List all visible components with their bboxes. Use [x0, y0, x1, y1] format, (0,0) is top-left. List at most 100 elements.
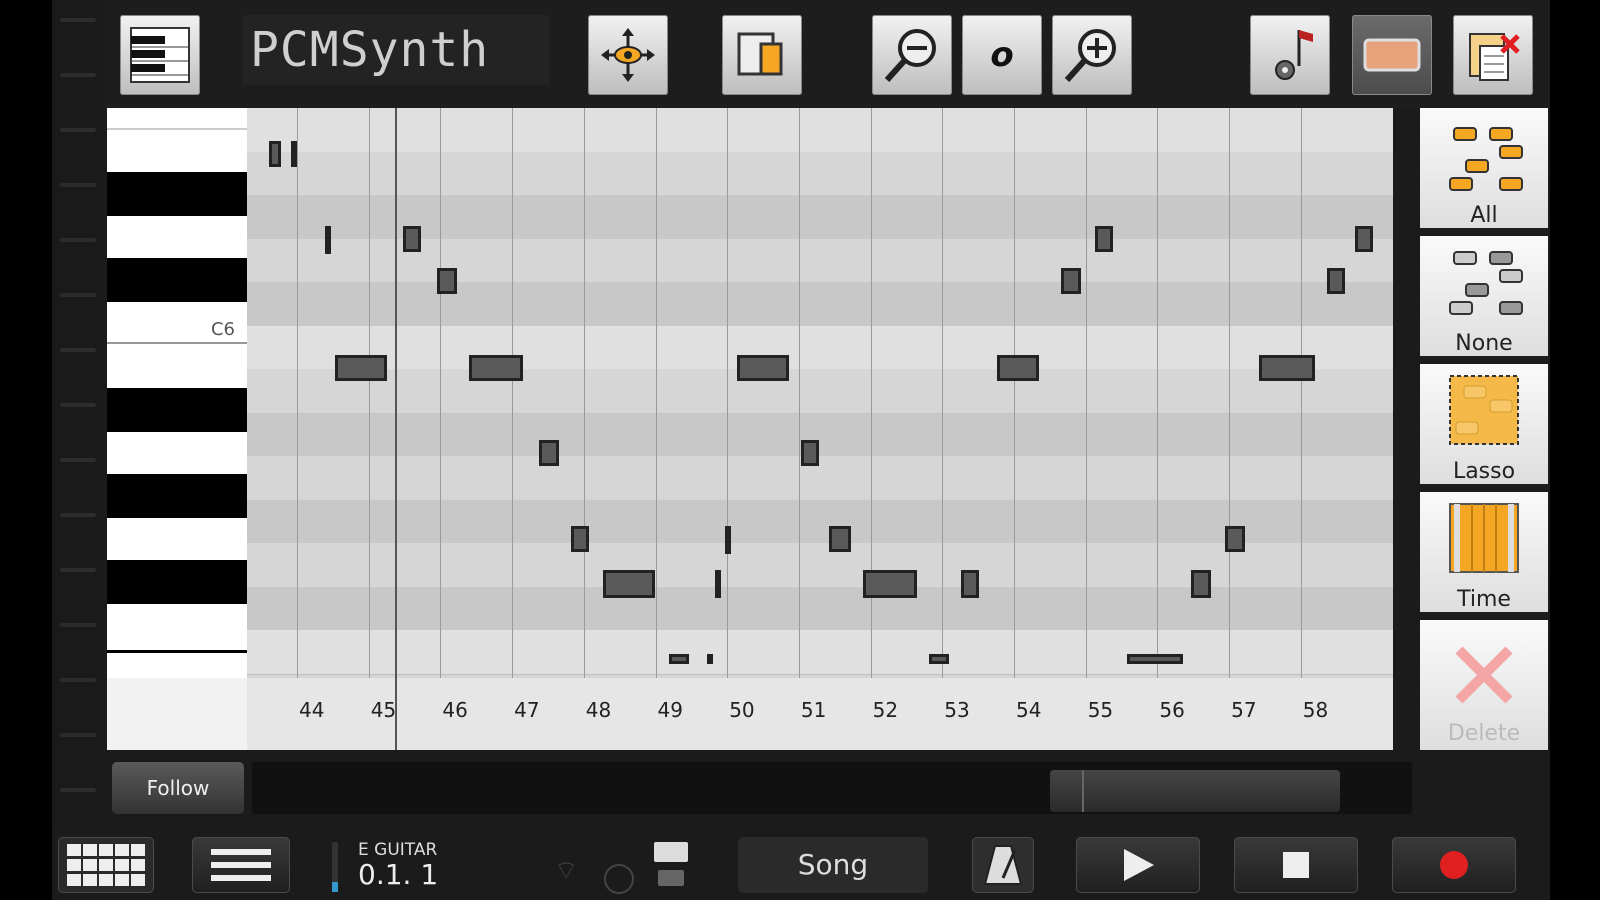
- lasso-button[interactable]: Lasso: [1420, 364, 1548, 488]
- copy-button[interactable]: [722, 15, 802, 95]
- record-icon: [1440, 851, 1468, 879]
- mixer-button[interactable]: [654, 842, 690, 892]
- midi-note[interactable]: [603, 570, 655, 598]
- piano-keyboard[interactable]: C6: [107, 108, 247, 678]
- bar-number: 49: [657, 698, 683, 722]
- bar-line: [942, 108, 944, 678]
- move-view-button[interactable]: [588, 15, 668, 95]
- strip-tick: [60, 73, 96, 77]
- grid-row: [247, 412, 1393, 457]
- midi-note[interactable]: [291, 141, 297, 167]
- grid-view-button[interactable]: [58, 837, 154, 893]
- bar-line: [727, 108, 729, 678]
- midi-note[interactable]: [1095, 226, 1113, 252]
- select-all-button[interactable]: All: [1420, 108, 1548, 232]
- grid-row: [247, 151, 1393, 196]
- record-button[interactable]: [1392, 837, 1516, 893]
- midi-note[interactable]: [801, 440, 819, 466]
- stop-button[interactable]: [1234, 837, 1358, 893]
- delete-icon: [1455, 646, 1513, 704]
- delete-button[interactable]: Delete: [1420, 620, 1548, 750]
- black-key[interactable]: [107, 560, 247, 604]
- midi-note[interactable]: [1259, 355, 1315, 381]
- bar-number: 44: [299, 698, 325, 722]
- rect-select-button[interactable]: [1352, 15, 1432, 95]
- midi-note[interactable]: [863, 570, 917, 598]
- note-settings-button[interactable]: [1250, 15, 1330, 95]
- midi-note[interactable]: [571, 526, 589, 552]
- instrument-name[interactable]: PCMSynth: [242, 15, 550, 85]
- white-key[interactable]: [107, 344, 247, 386]
- midi-note[interactable]: [715, 570, 721, 598]
- midi-note[interactable]: [929, 654, 949, 664]
- menu-button[interactable]: [192, 837, 290, 893]
- midi-note[interactable]: [829, 526, 851, 552]
- bar-number: 58: [1302, 698, 1329, 722]
- black-key[interactable]: [107, 388, 247, 432]
- midi-note[interactable]: [1225, 526, 1245, 552]
- metronome-button[interactable]: [972, 837, 1034, 893]
- strip-tick: [60, 788, 96, 792]
- white-key[interactable]: [107, 216, 247, 258]
- bar-ruler[interactable]: 44 45 46 47 48 49 50 51 52 53 54 55 56 57 58: [107, 678, 1393, 750]
- black-key[interactable]: [107, 258, 247, 302]
- follow-button[interactable]: Follow: [112, 762, 244, 814]
- white-key[interactable]: [107, 108, 247, 130]
- midi-note[interactable]: [1127, 654, 1183, 664]
- note-grid[interactable]: [247, 108, 1393, 678]
- metronome-icon: [983, 845, 1023, 885]
- bar-number: 55: [1087, 698, 1114, 722]
- lasso-label: Lasso: [1452, 459, 1516, 484]
- wifi-icon: ⌔: [554, 856, 579, 886]
- white-key[interactable]: C6: [107, 302, 247, 344]
- zoom-out-button[interactable]: [872, 15, 952, 95]
- time-select-button[interactable]: Time: [1420, 492, 1548, 616]
- bar-line: [1085, 108, 1087, 678]
- midi-note[interactable]: [403, 226, 421, 252]
- zoom-in-icon: [1064, 29, 1116, 83]
- strip-tick: [60, 183, 96, 187]
- strip-tick: [60, 238, 96, 242]
- black-key[interactable]: [107, 474, 247, 518]
- midi-note[interactable]: [539, 440, 559, 466]
- white-key[interactable]: [107, 604, 247, 648]
- midi-note[interactable]: [437, 268, 457, 294]
- midi-note[interactable]: [1191, 570, 1211, 598]
- keyboard-icon: [130, 27, 190, 83]
- white-key[interactable]: [107, 650, 247, 678]
- bar-number: 50: [729, 698, 755, 722]
- zoom-in-button[interactable]: [1052, 15, 1132, 95]
- playhead[interactable]: [395, 108, 397, 750]
- midi-note[interactable]: [725, 526, 731, 554]
- song-button[interactable]: Song: [738, 837, 928, 893]
- black-key[interactable]: [107, 172, 247, 216]
- strip-tick: [60, 733, 96, 737]
- mixer-icon: [654, 842, 688, 862]
- strip-tick: [60, 293, 96, 297]
- keyboard-button[interactable]: [120, 15, 200, 95]
- midi-note[interactable]: [1327, 268, 1345, 294]
- bar-line: [368, 108, 370, 678]
- midi-note[interactable]: [335, 355, 387, 381]
- clipboard-delete-button[interactable]: [1453, 15, 1533, 95]
- white-key[interactable]: [107, 518, 247, 560]
- midi-note[interactable]: [269, 141, 281, 167]
- white-key[interactable]: [107, 130, 247, 170]
- grid-icon: [67, 844, 145, 886]
- midi-note[interactable]: [469, 355, 523, 381]
- play-button[interactable]: [1076, 837, 1200, 893]
- midi-note[interactable]: [737, 355, 789, 381]
- midi-note[interactable]: [997, 355, 1039, 381]
- midi-note[interactable]: [961, 570, 979, 598]
- select-none-button[interactable]: None: [1420, 236, 1548, 360]
- midi-note[interactable]: [707, 654, 713, 664]
- track-info[interactable]: E GUITAR 0.1. 1 ⌔: [332, 840, 592, 896]
- midi-note[interactable]: [325, 226, 331, 254]
- midi-note[interactable]: [1355, 226, 1373, 252]
- grid-row: [247, 369, 1393, 414]
- white-key[interactable]: [107, 432, 247, 474]
- zoom-value-button[interactable]: o: [962, 15, 1042, 95]
- midi-note[interactable]: [1061, 268, 1081, 294]
- scrollbar-thumb[interactable]: [1050, 770, 1340, 812]
- midi-note[interactable]: [669, 654, 689, 664]
